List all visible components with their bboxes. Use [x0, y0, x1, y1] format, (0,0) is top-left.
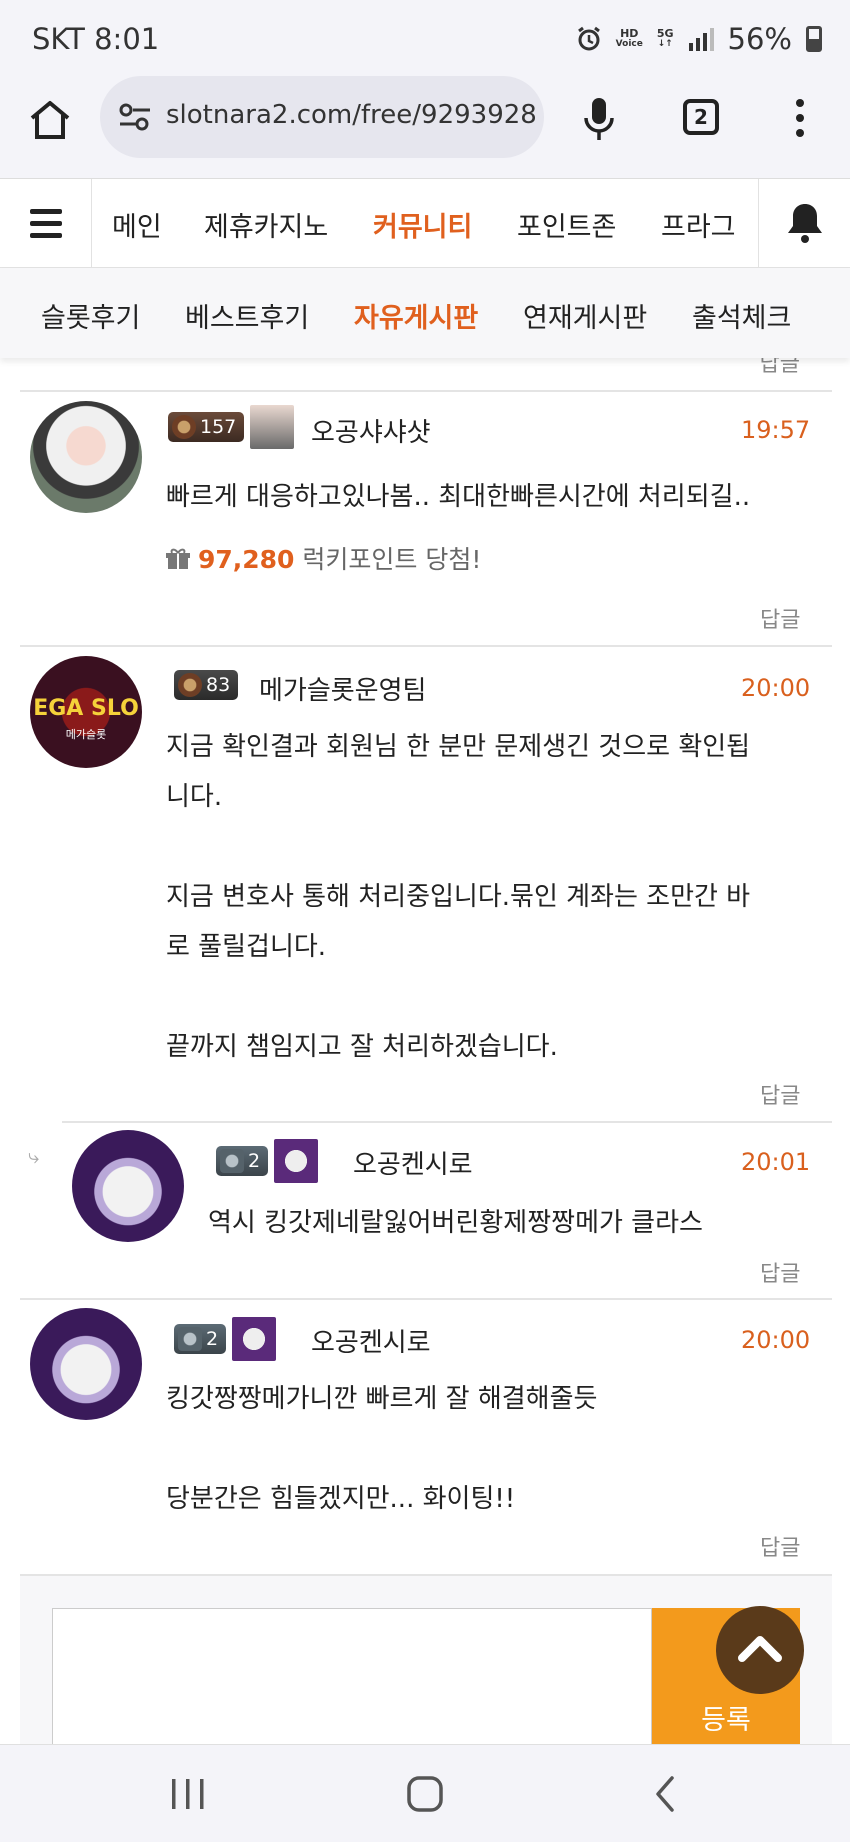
- address-bar[interactable]: slotnara2.com/free/9293928: [100, 76, 544, 158]
- lucky-point-notice: 97,280 럭키포인트 당첨!: [166, 540, 481, 576]
- divider: [20, 645, 832, 647]
- comment-text-line: 지금 확인결과 회원님 한 분만 문제생긴 것으로 확인됩: [166, 732, 751, 762]
- divider: [20, 1298, 832, 1300]
- comment-text-line: 지금 변호사 통해 처리중입니다.묶인 계좌는 조만간 바: [166, 882, 751, 912]
- recent-apps-icon[interactable]: [168, 1777, 208, 1811]
- hamburger-menu-icon[interactable]: [0, 179, 92, 269]
- hd-voice-icon: HD Voice: [615, 27, 643, 49]
- status-bar: SKT 8:01 HD Voice 5G ↓↑ 56%: [0, 0, 850, 78]
- comment-list: 답글 157 오공샤샤샷 19:57 빠르게 대응하고있나봄.. 최대한빠른시간…: [0, 358, 850, 1744]
- reply-button[interactable]: 답글: [760, 358, 800, 378]
- nav-item-praga[interactable]: 프라그: [661, 205, 736, 244]
- avatar[interactable]: EGA SLO 메가슬롯: [30, 656, 142, 768]
- gift-icon: [166, 548, 190, 569]
- divider: [20, 390, 832, 392]
- url-text: slotnara2.com/free/9293928: [166, 100, 537, 130]
- comment-text-line: 킹갓짱짱메가니깐 빠르게 잘 해결해줄듯: [166, 1384, 598, 1414]
- reply-button[interactable]: 답글: [760, 1078, 800, 1110]
- subnav-attendance[interactable]: 출석체크: [692, 296, 791, 335]
- divider: [62, 1121, 832, 1123]
- more-menu-icon[interactable]: [794, 98, 806, 138]
- alarm-icon: [577, 26, 600, 51]
- comment-text-line: 끝까지 챔임지고 잘 처리하겠습니다.: [166, 1032, 558, 1062]
- comment-nickname[interactable]: 오공켄시로: [353, 1144, 473, 1181]
- battery-icon: [806, 26, 822, 52]
- mini-avatar: [250, 405, 295, 449]
- lucky-points-value: 97,280: [197, 545, 295, 574]
- level-badge: 83: [174, 666, 239, 704]
- nav-item-partner-casino[interactable]: 제휴카지노: [204, 205, 328, 244]
- avatar-logo-subtext: 메가슬롯: [65, 728, 107, 741]
- carrier-time: SKT 8:01: [32, 22, 160, 56]
- subnav-best-review[interactable]: 베스트후기: [185, 296, 309, 335]
- comment-nickname[interactable]: 오공켄시로: [311, 1322, 431, 1359]
- avatar[interactable]: [30, 401, 142, 513]
- signal-icon: [688, 28, 714, 51]
- mini-avatar: [274, 1139, 319, 1183]
- comment-nickname[interactable]: 오공샤샤샷: [311, 412, 431, 449]
- comment-input[interactable]: [52, 1608, 652, 1744]
- reply-button[interactable]: 답글: [760, 1256, 800, 1288]
- 5g-icon: 5G ↓↑: [656, 27, 674, 49]
- avatar-logo-text: EGA SLO: [33, 696, 139, 721]
- board-sub-nav: 슬롯후기 베스트후기 자유게시판 연재게시판 출석체크: [0, 268, 850, 358]
- tab-switcher-button[interactable]: 2: [683, 99, 719, 135]
- avatar[interactable]: [30, 1308, 142, 1420]
- comment-nickname[interactable]: 메가슬롯운영팀: [259, 670, 426, 707]
- site-main-nav: 메인 제휴카지노 커뮤니티 포인트존 프라그: [0, 178, 850, 269]
- status-icons: HD Voice 5G ↓↑ 56%: [576, 22, 822, 56]
- lucky-points-text: 럭키포인트 당첨!: [302, 545, 482, 574]
- site-settings-icon[interactable]: [118, 102, 152, 132]
- comment-text: 빠르게 대응하고있나봄.. 최대한빠른시간에 처리되길..: [166, 482, 751, 512]
- microphone-icon[interactable]: [582, 96, 616, 142]
- comment-text-line: 당분간은 힘들겠지만... 화이팅!!: [166, 1484, 516, 1514]
- home-nav-icon[interactable]: [405, 1774, 445, 1814]
- system-nav-bar: [0, 1744, 850, 1842]
- reply-button[interactable]: 답글: [760, 602, 800, 634]
- back-icon[interactable]: [650, 1774, 680, 1814]
- subnav-slot-review[interactable]: 슬롯후기: [41, 296, 140, 335]
- reply-button[interactable]: 답글: [760, 1530, 800, 1562]
- nav-item-main[interactable]: 메인: [112, 205, 162, 244]
- level-badge: 2: [174, 1317, 277, 1361]
- scroll-top-button[interactable]: [716, 1606, 804, 1694]
- home-icon[interactable]: [28, 98, 72, 142]
- comment-time: 19:57: [741, 416, 811, 444]
- nav-item-community[interactable]: 커뮤니티: [373, 205, 472, 244]
- comment-time: 20:00: [741, 674, 811, 702]
- chevron-up-icon: [738, 1636, 782, 1662]
- comment-time: 20:01: [741, 1148, 811, 1176]
- reply-indent-arrow-icon: ⤷: [28, 1144, 40, 1168]
- comment-text-line: 니다.: [166, 782, 223, 812]
- comment-time: 20:00: [741, 1326, 811, 1354]
- level-badge: 2: [216, 1139, 319, 1183]
- bell-icon: [788, 204, 822, 243]
- avatar[interactable]: [72, 1130, 184, 1242]
- battery-percent: 56%: [727, 22, 792, 56]
- subnav-free-board[interactable]: 자유게시판: [354, 296, 478, 335]
- comment-text-line: 로 풀릴겁니다.: [166, 932, 327, 962]
- notification-button[interactable]: [758, 179, 850, 269]
- nav-item-point-zone[interactable]: 포인트존: [517, 205, 616, 244]
- level-badge: 157: [168, 405, 295, 449]
- mini-avatar: [232, 1317, 277, 1361]
- comment-text: 역시 킹갓제네랄잃어버린황제짱짱메가 클라스: [208, 1208, 703, 1238]
- subnav-series-board[interactable]: 연재게시판: [523, 296, 647, 335]
